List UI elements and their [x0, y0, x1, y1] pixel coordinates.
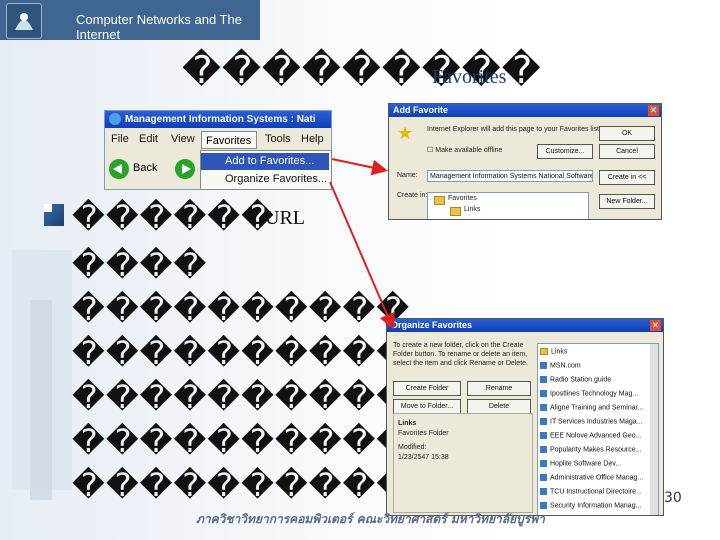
annotation-arrows — [329, 158, 395, 330]
footer-text: ภาควิชาวิทยาการคอมพิวเตอร์ คณะวิทยาศาสตร… — [196, 512, 545, 526]
page-number: 30 — [664, 490, 682, 506]
arrow-to-add-favorite — [331, 158, 388, 176]
arrow-to-organize-favorites — [329, 181, 395, 330]
